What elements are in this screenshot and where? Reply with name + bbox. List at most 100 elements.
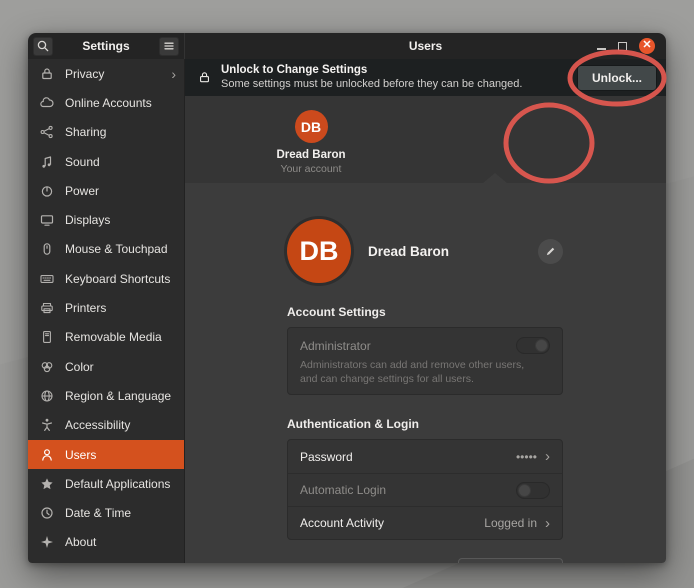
chevron-right-icon: ›: [545, 516, 550, 531]
sidebar-item-label: Mouse & Touchpad: [65, 242, 168, 256]
maximize-button[interactable]: [618, 42, 627, 51]
unlock-text: Unlock to Change Settings Some settings …: [221, 63, 522, 91]
keyboard-icon: [39, 271, 55, 287]
sidebar-item-region-language[interactable]: Region & Language: [28, 381, 184, 410]
automatic-login-row: Automatic Login: [288, 473, 562, 506]
search-button[interactable]: [33, 37, 53, 56]
sidebar-item-keyboard-shortcuts[interactable]: Keyboard Shortcuts: [28, 264, 184, 293]
sidebar-item-label: Accessibility: [65, 418, 130, 432]
search-icon: [35, 38, 51, 54]
administrator-card: Administrator Administrators can add and…: [287, 327, 563, 395]
unlock-banner: Unlock to Change Settings Some settings …: [185, 59, 666, 96]
clock-icon: [39, 505, 55, 521]
media-icon: [39, 329, 55, 345]
display-icon: [39, 212, 55, 228]
carousel-user-dread-baron[interactable]: DB Dread Baron Your account: [246, 110, 376, 175]
share-icon: [39, 124, 55, 140]
sidebar-item-label: Date & Time: [65, 506, 131, 520]
sidebar-item-printers[interactable]: Printers: [28, 293, 184, 322]
titlebar-left: Settings: [28, 33, 185, 59]
unlock-button[interactable]: Unlock...: [577, 65, 657, 91]
users-panel: Unlock to Change Settings Some settings …: [185, 59, 666, 563]
panel-title: Users: [185, 39, 666, 53]
sidebar-item-label: Color: [65, 360, 94, 374]
account-activity-label: Account Activity: [300, 516, 384, 530]
unlock-title: Unlock to Change Settings: [221, 63, 522, 77]
mouse-icon: [39, 241, 55, 257]
automatic-login-toggle[interactable]: [516, 482, 550, 499]
sidebar-item-displays[interactable]: Displays: [28, 205, 184, 234]
administrator-label: Administrator: [300, 339, 371, 353]
sidebar-item-label: Printers: [65, 301, 106, 315]
sidebar-item-label: Keyboard Shortcuts: [65, 272, 170, 286]
sidebar-item-label: Default Applications: [65, 477, 170, 491]
account-settings-heading: Account Settings: [287, 305, 563, 319]
lock-icon: [39, 66, 55, 82]
administrator-description: Administrators can add and remove other …: [300, 359, 530, 386]
accessibility-icon: [39, 417, 55, 433]
unlock-subtitle: Some settings must be unlocked before th…: [221, 78, 522, 92]
avatar: DB: [295, 110, 328, 143]
sidebar-item-default-applications[interactable]: Default Applications: [28, 469, 184, 498]
sidebar-item-accessibility[interactable]: Accessibility: [28, 411, 184, 440]
automatic-login-label: Automatic Login: [300, 483, 386, 497]
account-activity-row[interactable]: Account Activity Logged in ›: [288, 506, 562, 539]
sidebar-item-power[interactable]: Power: [28, 176, 184, 205]
sidebar-item-mouse-touchpad[interactable]: Mouse & Touchpad: [28, 235, 184, 264]
sidebar-item-privacy[interactable]: Privacy ›: [28, 59, 184, 88]
titlebar-right: Users ✕: [185, 33, 666, 59]
sidebar-item-label: Removable Media: [65, 330, 162, 344]
sidebar-item-removable-media[interactable]: Removable Media: [28, 323, 184, 352]
close-button[interactable]: ✕: [639, 38, 655, 54]
titlebar: Settings Users ✕: [28, 33, 666, 59]
minimize-button[interactable]: [597, 48, 606, 50]
user-carousel: DB Dread Baron Your account M mumbly: [185, 96, 666, 183]
window-controls: ✕: [597, 38, 666, 54]
remove-user-button[interactable]: Remove User...: [458, 558, 563, 563]
printer-icon: [39, 300, 55, 316]
lock-icon: [197, 70, 212, 85]
user-header: DB Dread Baron: [287, 219, 563, 283]
sidebar-item-label: Users: [65, 448, 96, 462]
sidebar-item-label: Online Accounts: [65, 96, 152, 110]
color-icon: [39, 359, 55, 375]
globe-icon: [39, 388, 55, 404]
authentication-login-heading: Authentication & Login: [287, 417, 563, 431]
password-value: •••••: [516, 450, 537, 464]
pencil-icon: [544, 245, 557, 258]
sidebar-item-sound[interactable]: Sound: [28, 147, 184, 176]
sidebar-item-date-time[interactable]: Date & Time: [28, 498, 184, 527]
sidebar-item-label: Power: [65, 184, 99, 198]
sidebar-item-users[interactable]: Users: [28, 440, 184, 469]
edit-name-button[interactable]: [538, 239, 563, 264]
settings-window: Settings Users ✕ Privacy ›: [28, 33, 666, 563]
administrator-toggle[interactable]: [516, 337, 550, 354]
sidebar-item-about[interactable]: About: [28, 528, 184, 557]
chevron-right-icon: ›: [545, 449, 550, 464]
hamburger-icon: [161, 38, 177, 54]
sidebar: Privacy › Online Accounts Sharing Sound: [28, 59, 185, 563]
password-label: Password: [300, 450, 353, 464]
sidebar-item-label: Displays: [65, 213, 110, 227]
user-detail: DB Dread Baron Account Settings Administ…: [185, 183, 666, 563]
desktop-background: Settings Users ✕ Privacy ›: [0, 0, 694, 588]
menu-button[interactable]: [159, 37, 179, 56]
sidebar-item-color[interactable]: Color: [28, 352, 184, 381]
sidebar-item-sharing[interactable]: Sharing: [28, 118, 184, 147]
sidebar-item-label: Sound: [65, 155, 100, 169]
carousel-user-name: Dread Baron: [246, 149, 376, 161]
sidebar-item-label: Region & Language: [65, 389, 171, 403]
user-icon: [39, 447, 55, 463]
authentication-card: Password ••••• › Automatic Login Account…: [287, 439, 563, 540]
sidebar-item-label: Privacy: [65, 67, 104, 81]
avatar: DB: [287, 219, 351, 283]
sparkle-icon: [39, 534, 55, 550]
sidebar-item-online-accounts[interactable]: Online Accounts: [28, 88, 184, 117]
password-row[interactable]: Password ••••• ›: [288, 440, 562, 473]
account-activity-value: Logged in: [484, 516, 537, 530]
toggle-knob: [535, 339, 548, 352]
selected-user-caret: [483, 173, 507, 183]
star-icon: [39, 476, 55, 492]
chevron-right-icon: ›: [171, 67, 176, 81]
app-title: Settings: [53, 39, 159, 53]
